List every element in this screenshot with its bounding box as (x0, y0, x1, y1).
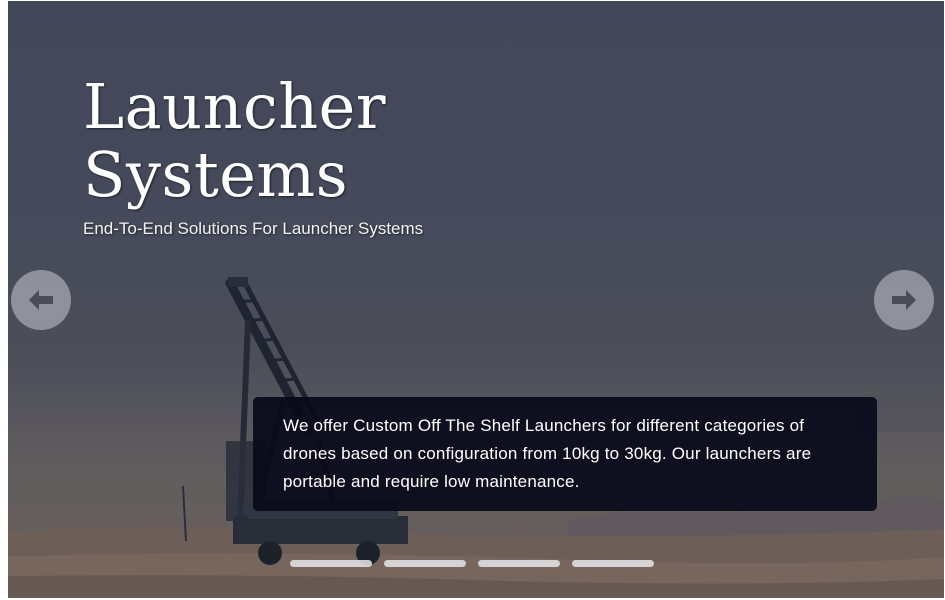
carousel-indicator-4[interactable] (572, 560, 654, 567)
slide-subtitle: End-To-End Solutions For Launcher System… (83, 219, 424, 238)
slide-title-line-1: Launcher (83, 70, 386, 143)
carousel-indicator-3[interactable] (478, 560, 560, 567)
slide-title: Launcher Systems (83, 73, 503, 209)
hero-carousel: Launcher Systems End-To-End Solutions Fo… (8, 1, 944, 598)
carousel-next-button[interactable] (874, 270, 934, 330)
carousel-prev-button[interactable] (11, 270, 71, 330)
arrow-left-icon (29, 290, 53, 310)
carousel-indicator-1[interactable] (290, 560, 372, 567)
carousel-indicator-2[interactable] (384, 560, 466, 567)
carousel-indicators (290, 560, 654, 567)
slide-title-line-2: Systems (83, 138, 349, 211)
slide-caption: We offer Custom Off The Shelf Launchers … (253, 397, 877, 511)
arrow-right-icon (892, 290, 916, 310)
